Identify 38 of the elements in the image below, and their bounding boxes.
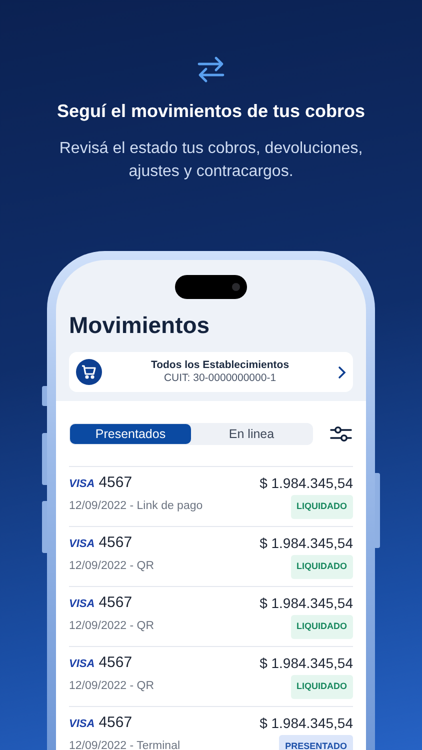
amount: $ 1.984.345,54 (260, 654, 353, 672)
card-number: 4567 (98, 652, 132, 673)
card-brand-logo: VISA (69, 656, 95, 672)
chevron-right-icon (338, 366, 346, 378)
dynamic-island (175, 275, 247, 299)
status-badge: LIQUIDADO (290, 495, 353, 518)
amount: $ 1.984.345,54 (260, 474, 353, 492)
card-number: 4567 (98, 712, 132, 733)
amount: $ 1.984.345,54 (260, 714, 353, 732)
promo-title: Seguí el movimientos de tus cobros (56, 100, 366, 123)
promo-subtitle: Revisá el estado tus cobros, devoluciones, ajustes y contracargos. (58, 139, 364, 182)
status-badge: LIQUIDADO (290, 555, 353, 578)
card-brand-logo: VISA (69, 716, 95, 732)
swap-arrows-icon (196, 54, 226, 84)
merchant-card[interactable]: Todos los Establecimientos CUIT: 30-0000000000-1 (69, 352, 353, 392)
card-number: 4567 (98, 532, 132, 553)
merchant-name: Todos los Establecimientos (150, 359, 290, 372)
cart-icon (76, 359, 102, 385)
tab[interactable]: Presentados (70, 424, 191, 444)
status-badge: LIQUIDADO (290, 675, 353, 698)
movement-detail: 12/09/2022 - Link de pago (69, 499, 203, 514)
amount: $ 1.984.345,54 (260, 594, 353, 612)
card-number: 4567 (98, 472, 132, 493)
movement-detail: 12/09/2022 - QR (69, 559, 154, 574)
card-brand-logo: VISA (69, 596, 95, 612)
filter-icon[interactable] (330, 425, 352, 443)
amount: $ 1.984.345,54 (260, 534, 353, 552)
movement-detail: 12/09/2022 - Terminal (69, 739, 180, 750)
tab[interactable]: En linea (191, 424, 312, 444)
merchant-cuit: CUIT: 30-0000000000-1 (164, 372, 276, 385)
status-badge: LIQUIDADO (290, 615, 353, 638)
card-number: 4567 (98, 592, 132, 613)
status-badge: PRESENTADO (279, 735, 353, 750)
movement-detail: 12/09/2022 - QR (69, 619, 154, 634)
card-brand-logo: VISA (69, 476, 95, 492)
card-brand-logo: VISA (69, 536, 95, 552)
screen-title: Movimientos (69, 311, 210, 339)
movement-detail: 12/09/2022 - QR (69, 679, 154, 694)
